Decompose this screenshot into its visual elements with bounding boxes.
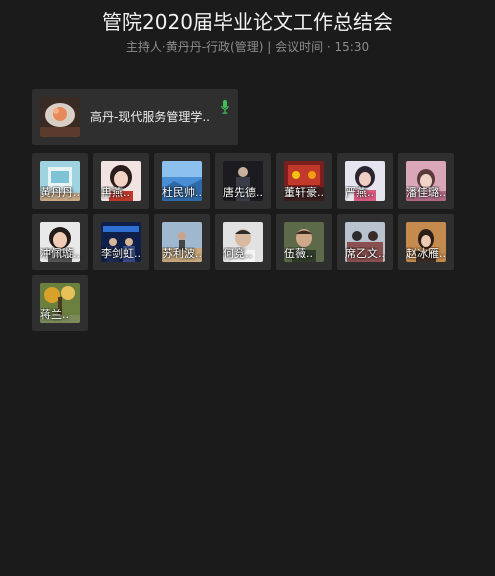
participant-name: 何竞.. (223, 247, 252, 260)
participant-name: 赵冰雁.. (406, 247, 446, 260)
participant-name: 黄丹丹.. (40, 186, 80, 199)
participant-name: 李剑虹.. (101, 247, 141, 260)
active-speaker-name: 高丹-现代服务管理学.. (90, 110, 210, 124)
participant-name: 严燕.. (345, 186, 374, 199)
participant-tile[interactable]: 董轩豪.. (276, 153, 332, 209)
participant-name: 席乙文.. (345, 247, 385, 260)
participant-name: 苏利波.. (162, 247, 202, 260)
participant-tile[interactable]: 何竞.. (215, 214, 271, 270)
participant-tile[interactable]: 赵冰雁.. (398, 214, 454, 270)
participant-tile[interactable]: 黄丹丹.. (32, 153, 88, 209)
participant-tile[interactable]: 冲佩璇.. (32, 214, 88, 270)
meeting-header: 管院2020届毕业论文工作总结会 主持人·黄丹丹-行政(管理) | 会议时间 ·… (0, 8, 495, 55)
participant-tile[interactable]: 严燕.. (337, 153, 393, 209)
meeting-title: 管院2020届毕业论文工作总结会 (102, 10, 393, 34)
participant-tile[interactable]: 伍薇.. (276, 214, 332, 270)
participant-name: 董轩豪.. (284, 186, 324, 199)
participant-name: 冉燕.. (101, 186, 130, 199)
active-speaker-tile[interactable]: 高丹-现代服务管理学.. (32, 89, 238, 145)
participant-tile[interactable]: 苏利波.. (154, 214, 210, 270)
participant-name: 蒋兰.. (40, 308, 69, 321)
participant-tile[interactable]: 席乙文.. (337, 214, 393, 270)
participant-name: 伍薇.. (284, 247, 313, 260)
participant-tile[interactable]: 冉燕.. (93, 153, 149, 209)
participant-tile[interactable]: 蒋兰.. (32, 275, 88, 331)
participant-tile[interactable]: 唐先德.. (215, 153, 271, 209)
participant-name: 潘佳璐.. (406, 186, 446, 199)
participant-name: 杜民帅.. (162, 186, 202, 199)
participant-tile[interactable]: 李剑虹.. (93, 214, 149, 270)
participant-tile[interactable]: 潘佳璐.. (398, 153, 454, 209)
participant-name: 冲佩璇.. (40, 247, 80, 260)
participant-tile[interactable]: 杜民帅.. (154, 153, 210, 209)
meeting-host-info: 主持人·黄丹丹-行政(管理) | 会议时间 · 15:30 (125, 40, 370, 54)
avatar (40, 97, 80, 137)
microphone-icon (221, 99, 229, 114)
participant-name: 唐先德.. (223, 186, 263, 199)
